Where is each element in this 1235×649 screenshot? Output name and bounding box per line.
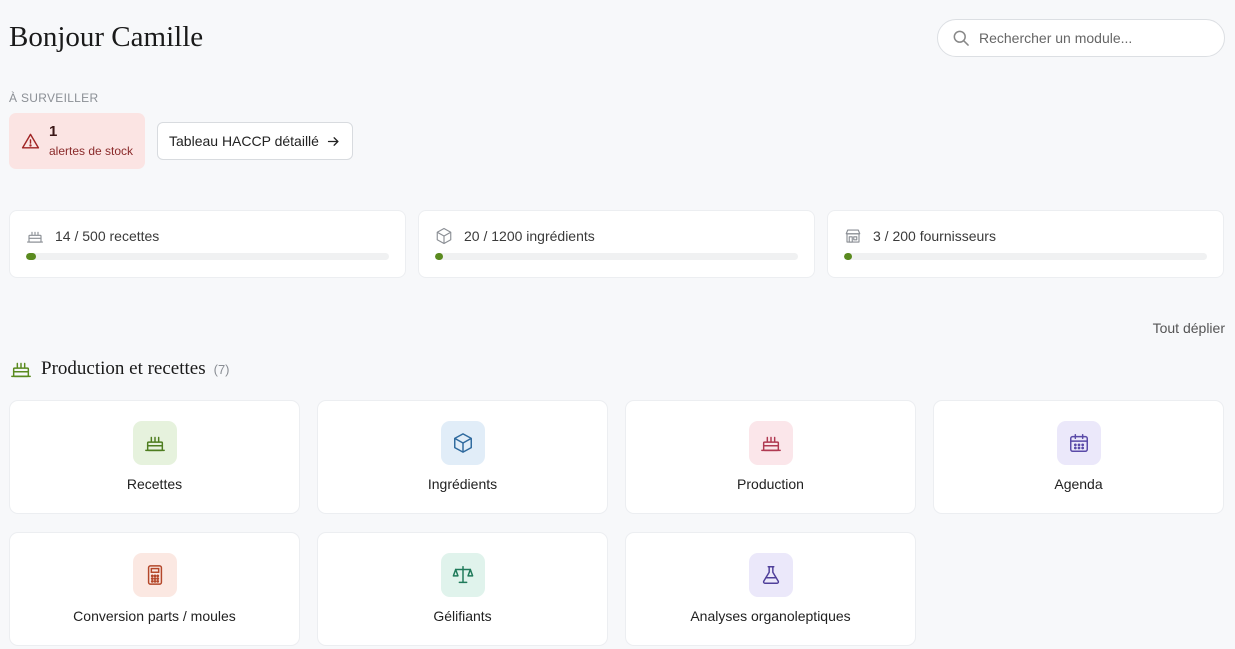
box-icon — [436, 227, 452, 245]
module-label: Conversion parts / moules — [73, 608, 236, 624]
box-icon — [453, 433, 472, 453]
expand-all-button[interactable]: Tout déplier — [1153, 320, 1225, 336]
scale-icon — [452, 566, 473, 584]
progress-bar — [26, 253, 389, 260]
progress-bar — [435, 253, 798, 260]
flask-icon — [762, 566, 779, 584]
page-title: Bonjour Camille — [9, 21, 204, 53]
search-input[interactable] — [979, 30, 1199, 46]
stat-text: 20 / 1200 ingrédients — [464, 228, 595, 244]
module-tile-agenda[interactable]: Agenda — [933, 400, 1224, 514]
section-header-production[interactable]: Production et recettes (7) — [10, 358, 230, 380]
progress-fill — [844, 253, 852, 260]
cake-icon — [26, 231, 44, 243]
progress-fill — [26, 253, 37, 260]
stat-card-suppliers: 3 / 200 fournisseurs — [827, 210, 1224, 278]
cake-icon — [144, 436, 165, 452]
stat-text: 14 / 500 recettes — [55, 228, 160, 244]
module-label: Analyses organoleptiques — [690, 608, 851, 624]
module-icon-badge — [748, 553, 793, 597]
module-label: Gélifiants — [433, 608, 492, 624]
stock-alert-card[interactable]: 1 alertes de stock — [9, 113, 145, 169]
module-tile-conversion[interactable]: Conversion parts / moules — [9, 532, 300, 646]
module-label: Production — [737, 476, 804, 492]
module-icon-badge — [440, 553, 485, 597]
warning-icon — [21, 133, 40, 149]
cake-icon — [760, 436, 781, 452]
module-icon-badge — [132, 421, 177, 465]
watch-section-label: À SURVEILLER — [9, 91, 99, 105]
arrow-right-icon — [327, 136, 339, 146]
module-tile-gelifiants[interactable]: Gélifiants — [317, 532, 608, 646]
calculator-icon — [147, 565, 162, 585]
module-tile-recettes[interactable]: Recettes — [9, 400, 300, 514]
module-label: Ingrédients — [427, 476, 498, 492]
stat-card-ingredients: 20 / 1200 ingrédients — [418, 210, 815, 278]
alert-label: alertes de stock — [49, 144, 134, 158]
module-icon-badge — [440, 421, 485, 465]
stat-card-recipes: 14 / 500 recettes — [9, 210, 406, 278]
module-label: Recettes — [126, 476, 183, 492]
alert-count: 1 — [49, 123, 58, 140]
module-icon-badge — [1056, 421, 1101, 465]
calendar-icon — [1069, 434, 1088, 452]
module-icon-badge — [132, 553, 177, 597]
section-title: Production et recettes — [41, 358, 206, 379]
module-tile-ingredients[interactable]: Ingrédients — [317, 400, 608, 514]
haccp-dashboard-button[interactable]: Tableau HACCP détaillé — [157, 122, 353, 160]
module-icon-badge — [748, 421, 793, 465]
store-icon — [845, 229, 861, 243]
cake-icon — [11, 362, 31, 378]
module-label: Agenda — [1054, 476, 1103, 492]
stat-text: 3 / 200 fournisseurs — [873, 228, 996, 244]
module-tile-analyses[interactable]: Analyses organoleptiques — [625, 532, 916, 646]
haccp-button-label: Tableau HACCP détaillé — [169, 133, 319, 149]
progress-bar — [844, 253, 1207, 260]
search-box[interactable] — [937, 19, 1225, 57]
section-count: (7) — [213, 361, 230, 377]
module-tile-production[interactable]: Production — [625, 400, 916, 514]
search-icon — [953, 30, 969, 46]
progress-fill — [435, 253, 443, 260]
